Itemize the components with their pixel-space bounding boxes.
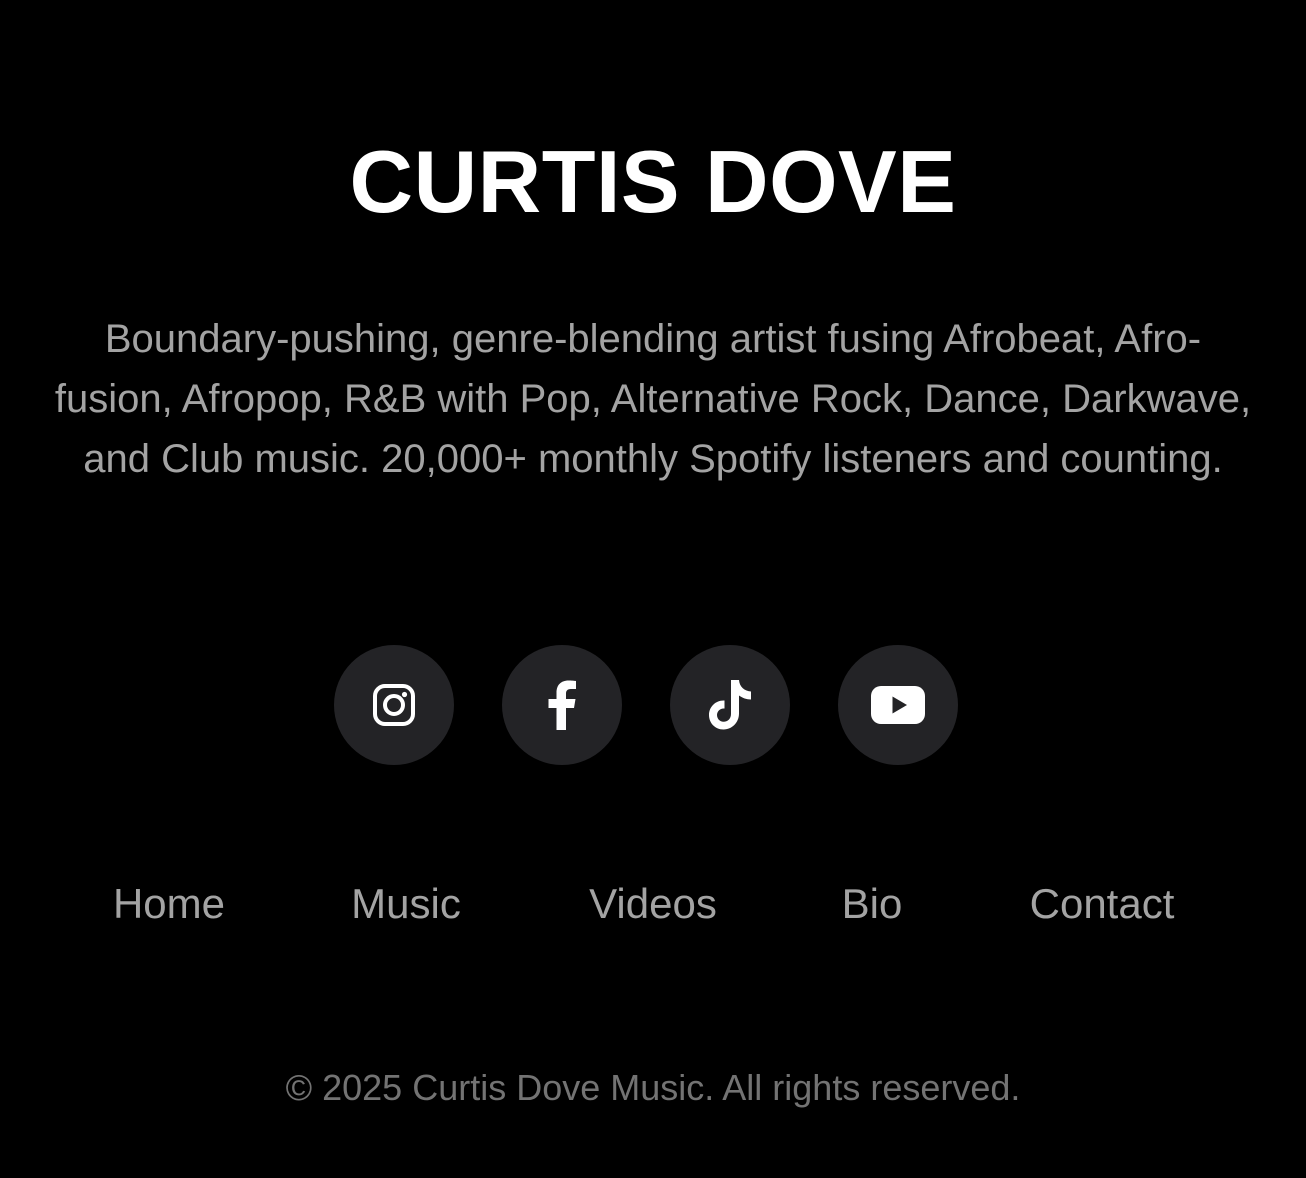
nav-link-contact[interactable]: Contact bbox=[1030, 876, 1175, 932]
nav-link-videos[interactable]: Videos bbox=[589, 876, 717, 932]
social-links bbox=[0, 645, 1306, 765]
site-footer: CURTIS DOVE Boundary-pushing, genre-blen… bbox=[0, 0, 1306, 1178]
footer-nav: Home Music Videos Bio Contact bbox=[0, 876, 1306, 932]
copyright-text: © 2025 Curtis Dove Music. All rights res… bbox=[285, 1067, 1021, 1108]
artist-bio-text: Boundary-pushing, genre-blending artist … bbox=[54, 317, 1252, 481]
facebook-icon bbox=[547, 680, 577, 730]
tiktok-icon bbox=[708, 680, 752, 730]
artist-name-title: CURTIS DOVE bbox=[349, 132, 957, 231]
instagram-button[interactable] bbox=[334, 645, 454, 765]
nav-link-bio[interactable]: Bio bbox=[842, 876, 903, 932]
tiktok-button[interactable] bbox=[670, 645, 790, 765]
youtube-icon bbox=[871, 686, 925, 724]
nav-link-music[interactable]: Music bbox=[351, 876, 461, 932]
youtube-button[interactable] bbox=[838, 645, 958, 765]
instagram-icon bbox=[372, 683, 416, 727]
nav-link-home[interactable]: Home bbox=[113, 876, 225, 932]
facebook-button[interactable] bbox=[502, 645, 622, 765]
